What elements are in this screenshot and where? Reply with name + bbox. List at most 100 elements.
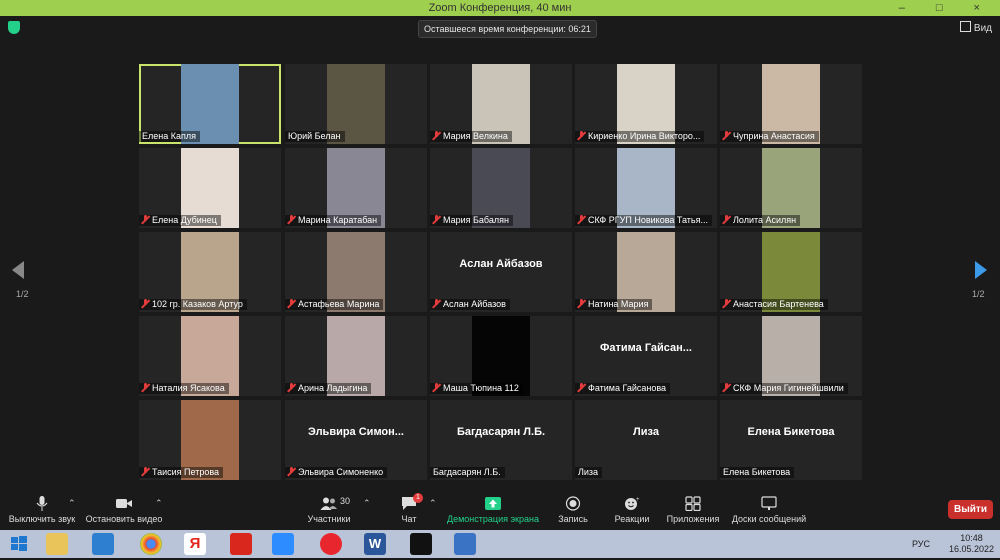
next-page-arrow-icon[interactable] — [975, 261, 987, 279]
participant-display-name: Фатима Гайсан... — [600, 342, 692, 354]
whiteboards-label: Доски сообщений — [731, 514, 807, 524]
participant-nameplate: Елена Бикетова — [720, 467, 795, 478]
participant-tile[interactable]: Елена Дубинец — [139, 148, 281, 228]
participant-tile[interactable]: СКФ Мария Гигинейшвили — [720, 316, 862, 396]
participant-tile[interactable]: Елена Бикетова Елена Бикетова — [720, 400, 862, 480]
participant-name: 102 гр. Казаков Артур — [152, 299, 243, 309]
participant-nameplate: Эльвира Симоненко — [285, 467, 388, 478]
participant-name: Фатима Гайсанова — [588, 383, 667, 393]
participant-tile[interactable]: СКФ РГУП Новикова Татья... — [575, 148, 717, 228]
participant-name: Лиза — [578, 467, 599, 477]
participant-display-name: Лиза — [633, 426, 659, 438]
share-screen-button[interactable]: Демонстрация экрана — [446, 492, 540, 530]
system-clock[interactable]: 10:48 16.05.2022 — [949, 533, 994, 555]
chat-caret-icon[interactable]: ⌃ — [429, 498, 437, 509]
participant-name: Анастасия Бартенева — [733, 299, 824, 309]
chat-button[interactable]: 1 Чат — [392, 492, 426, 530]
meeting-topbar: Оставшееся время конференции: 06:21 Вид — [0, 16, 1000, 40]
participant-tile[interactable]: Наталия Ясакова — [139, 316, 281, 396]
participant-name: Елена Капля — [142, 131, 196, 141]
microphone-icon — [33, 496, 51, 511]
participant-tile[interactable]: Анастасия Бартенева — [720, 232, 862, 312]
participant-tile[interactable]: Эльвира Симон... Эльвира Симоненко — [285, 400, 427, 480]
participant-nameplate: Маша Тюпина 112 — [430, 383, 523, 394]
stop-video-label: Остановить видео — [85, 514, 163, 524]
participant-tile[interactable]: Аслан Айбазов Аслан Айбазов — [430, 232, 572, 312]
participant-nameplate: Кириенко Ирина Викторо... — [575, 131, 705, 142]
zoom-app-icon[interactable] — [272, 533, 294, 555]
participant-nameplate: Чуприна Анастасия — [720, 131, 819, 142]
participant-tile[interactable]: Лолита Асилян — [720, 148, 862, 228]
reactions-button[interactable]: + Реакции — [610, 492, 654, 530]
participant-tile[interactable]: Маша Тюпина 112 — [430, 316, 572, 396]
participant-name: Эльвира Симоненко — [298, 467, 384, 477]
participant-tile[interactable]: Кириенко Ирина Викторо... — [575, 64, 717, 144]
muted-mic-icon — [432, 131, 441, 140]
participant-tile[interactable]: Мария Бабалян — [430, 148, 572, 228]
participant-nameplate: СКФ РГУП Новикова Татья... — [575, 215, 712, 226]
participant-tile[interactable]: Марина Каратабан — [285, 148, 427, 228]
participant-tile[interactable]: Натина Мария — [575, 232, 717, 312]
participant-nameplate: Лиза — [575, 467, 603, 478]
windows-start-icon[interactable] — [8, 533, 30, 555]
security-shield-icon[interactable] — [8, 21, 20, 34]
participant-nameplate: Арина Ладыгина — [285, 383, 372, 394]
chat-label: Чат — [401, 514, 417, 524]
participant-nameplate: Фатима Гайсанова — [575, 383, 671, 394]
share-screen-label: Демонстрация экрана — [447, 514, 539, 524]
reactions-label: Реакции — [614, 514, 650, 524]
participants-count: 30 — [340, 496, 351, 506]
yandex-icon[interactable]: Я — [184, 533, 206, 555]
video-options-caret-icon[interactable]: ⌃ — [155, 498, 163, 509]
participant-tile[interactable]: Таисия Петрова — [139, 400, 281, 480]
messenger-app-icon[interactable] — [92, 533, 114, 555]
muted-mic-icon — [287, 299, 296, 308]
snipping-tool-icon[interactable] — [454, 533, 476, 555]
participant-nameplate: Таисия Петрова — [139, 467, 224, 478]
pdf-reader-icon[interactable] — [230, 533, 252, 555]
participant-name: Елена Дубинец — [152, 215, 217, 225]
participant-name: Аслан Айбазов — [443, 299, 506, 309]
participant-tile[interactable]: Юрий Белан — [285, 64, 427, 144]
language-indicator[interactable]: РУС — [912, 539, 930, 549]
word-icon[interactable]: W — [364, 533, 386, 555]
participant-nameplate: Елена Капля — [139, 131, 200, 142]
participant-nameplate: Юрий Белан — [285, 131, 345, 142]
participants-caret-icon[interactable]: ⌃ — [363, 498, 371, 509]
leave-button[interactable]: Выйти — [948, 500, 993, 519]
muted-mic-icon — [287, 215, 296, 224]
participant-tile[interactable]: Чуприна Анастасия — [720, 64, 862, 144]
muted-mic-icon — [287, 383, 296, 392]
windows-taskbar: Я W РУС 10:48 16.05.2022 — [0, 530, 1000, 558]
file-explorer-icon[interactable] — [46, 533, 68, 555]
camera-icon — [115, 496, 133, 511]
stop-video-button[interactable]: Остановить видео — [84, 492, 164, 530]
opera-icon[interactable] — [320, 533, 342, 555]
participant-tile[interactable]: Фатима Гайсан... Фатима Гайсанова — [575, 316, 717, 396]
media-app-icon[interactable] — [410, 533, 432, 555]
participant-nameplate: Багдасарян Л.Б. — [430, 467, 505, 478]
participant-tile[interactable]: Арина Ладыгина — [285, 316, 427, 396]
apps-button[interactable]: Приложения — [664, 492, 722, 530]
participant-nameplate: СКФ Мария Гигинейшвили — [720, 383, 848, 394]
participant-nameplate: Елена Дубинец — [139, 215, 221, 226]
participant-tile[interactable]: Мария Велкина — [430, 64, 572, 144]
view-button[interactable]: Вид — [959, 21, 992, 34]
record-button[interactable]: Запись — [552, 492, 594, 530]
participant-tile[interactable]: Елена Капля — [139, 64, 281, 144]
whiteboards-button[interactable]: Доски сообщений — [730, 492, 808, 530]
participant-name: Маша Тюпина 112 — [443, 383, 519, 393]
participant-tile[interactable]: Багдасарян Л.Б. Багдасарян Л.Б. — [430, 400, 572, 480]
audio-options-caret-icon[interactable]: ⌃ — [68, 498, 76, 509]
prev-page-arrow-icon[interactable] — [12, 261, 24, 279]
participant-tile[interactable]: Лиза Лиза — [575, 400, 717, 480]
apps-label: Приложения — [666, 514, 720, 524]
whiteboard-icon — [760, 496, 778, 511]
participant-tile[interactable]: 102 гр. Казаков Артур — [139, 232, 281, 312]
svg-text:+: + — [636, 497, 640, 503]
window-controls[interactable]: – □ × — [899, 0, 994, 16]
participant-name: СКФ РГУП Новикова Татья... — [588, 215, 708, 225]
participant-nameplate: Мария Бабалян — [430, 215, 513, 226]
participant-tile[interactable]: Астафьева Марина — [285, 232, 427, 312]
chrome-icon[interactable] — [140, 533, 162, 555]
